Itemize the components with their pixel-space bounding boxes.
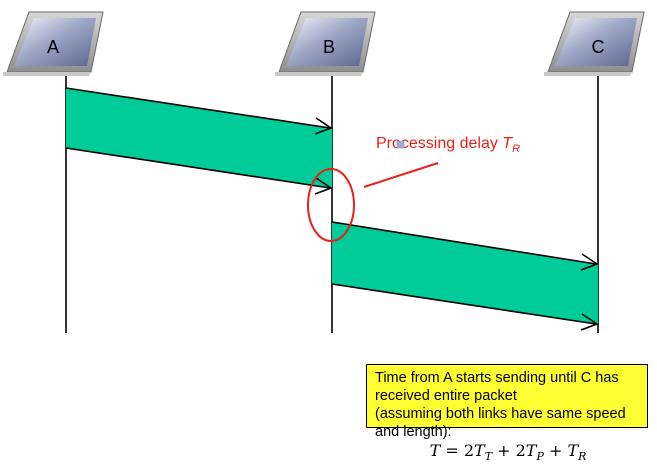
computer-c-icon: C xyxy=(544,11,645,76)
computer-b-icon: B xyxy=(275,11,376,76)
processing-delay-pointer xyxy=(363,162,439,188)
total-delay-info-box: Time from A starts sending until C has r… xyxy=(366,364,648,463)
packet-transmission-b-c xyxy=(332,222,598,324)
node-label-c: C xyxy=(592,37,605,57)
node-label-a: A xyxy=(47,37,59,57)
packet-transmission-a-b xyxy=(66,88,332,188)
info-line-2: (assuming both links have same speed and… xyxy=(375,406,626,440)
node-label-b: B xyxy=(323,37,335,57)
cursor-marker xyxy=(396,140,405,149)
info-line-1: Time from A starts sending until C has r… xyxy=(375,370,619,404)
computer-a-icon: A xyxy=(3,11,104,76)
total-delay-formula: T = 2TT + 2TP + TR xyxy=(429,441,587,464)
